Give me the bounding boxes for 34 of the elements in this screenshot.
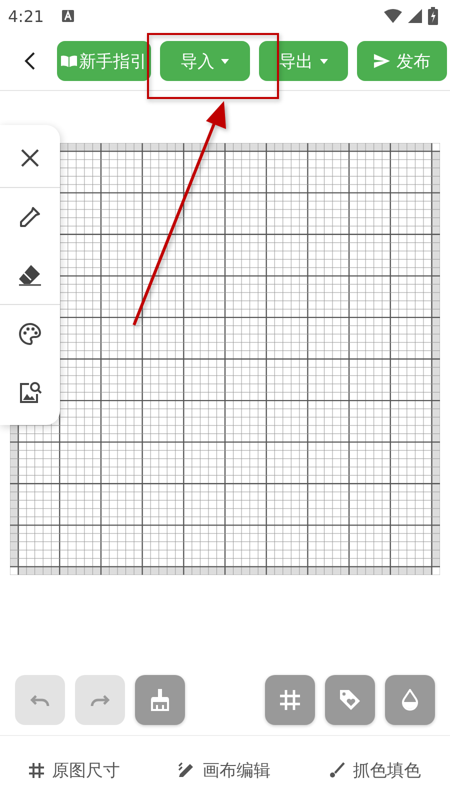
battery-icon [428,7,438,25]
toolbar-button[interactable]: 导出 [258,41,348,81]
bottom-tab[interactable]: 抓色填色 [322,758,427,782]
bottom-tab[interactable]: 原图尺寸 [23,758,126,782]
tool-button[interactable] [325,675,375,725]
grid-icon [280,690,300,710]
grid-icon [29,762,44,778]
brush-icon [150,688,170,712]
toolbar-button[interactable]: 发布 [357,41,448,81]
undo-icon [28,692,52,708]
book-icon [61,55,77,67]
palette-icon[interactable] [18,322,42,346]
eraser-icon[interactable] [18,264,42,286]
image-search-icon[interactable] [18,380,42,404]
redo-icon [88,692,112,708]
send-icon [374,54,390,68]
tool-button[interactable] [385,675,435,725]
wifi-icon [384,9,402,23]
signal-icon [408,9,422,23]
brush-icon [328,762,345,778]
caret-icon [221,58,230,64]
bottom-tab[interactable]: 画布编辑 [172,758,276,782]
toolbar-button[interactable]: 新手指引 [57,41,151,81]
eyedropper-icon[interactable] [19,206,41,228]
status-time: 4:21 [8,6,44,26]
toolbar-button[interactable]: 导入 [160,41,250,81]
close-icon[interactable] [20,148,40,168]
caret-icon [320,58,328,64]
drop-icon [402,689,418,711]
back-icon[interactable] [24,51,36,71]
edit-icon [178,762,194,778]
tag-icon [339,689,361,711]
tool-button[interactable] [135,675,185,725]
tool-button[interactable] [265,675,315,725]
